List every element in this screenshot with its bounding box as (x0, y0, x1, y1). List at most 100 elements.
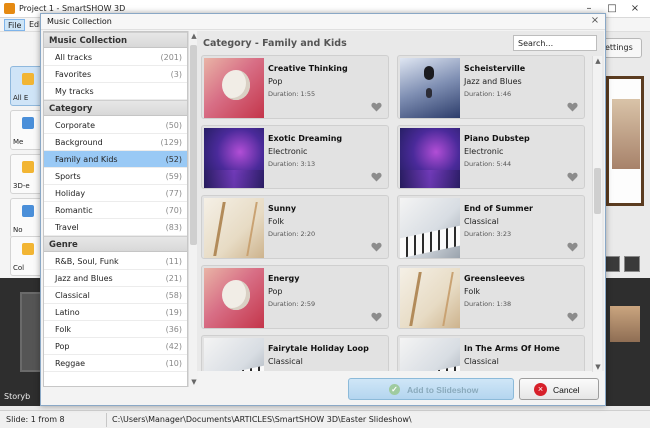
favorite-heart-icon[interactable] (567, 172, 578, 182)
sidebar-section-header: Music Collection (44, 32, 187, 48)
sidebar-item[interactable]: Family and Kids (52) (44, 151, 187, 168)
favorite-heart-icon[interactable] (567, 312, 578, 322)
app-left-panel: All E Me 3D-e No Col (0, 32, 44, 278)
side-btn-label: All E (13, 94, 29, 102)
track-grid: Creative Thinking Pop Duration: 1:55 Scheis… (201, 55, 593, 371)
track-thumbnail (204, 58, 264, 118)
sidebar-item[interactable]: Corporate (50) (44, 117, 187, 134)
cancel-button[interactable]: × Cancel (519, 378, 599, 400)
sidebar-item[interactable]: Jazz and Blues (21) (44, 270, 187, 287)
favorite-heart-icon[interactable] (567, 102, 578, 112)
sidebar-item-label: Family and Kids (55, 155, 118, 164)
scroll-down-icon[interactable]: ▼ (189, 377, 199, 387)
snapshot-icon[interactable] (604, 256, 620, 272)
track-card[interactable]: Greensleeves Folk Duration: 1:38 (397, 265, 585, 329)
cube-icon (22, 161, 34, 173)
window-close-icon[interactable]: × (624, 1, 646, 17)
sidebar-item[interactable]: Favorites (3) (44, 66, 187, 83)
sidebar-item-label: Folk (55, 325, 72, 334)
settings-button[interactable]: ettings (600, 38, 642, 58)
side-btn-new[interactable]: No (10, 198, 44, 238)
side-btn-3d-effects[interactable]: 3D-e (10, 154, 44, 194)
track-card[interactable]: Energy Pop Duration: 2:59 (201, 265, 389, 329)
cancel-button-label: Cancel (553, 385, 580, 395)
track-card[interactable]: Fairytale Holiday Loop Classical Duration:… (201, 335, 389, 371)
scroll-down-icon[interactable]: ▼ (593, 362, 603, 372)
sidebar-item[interactable]: R&B, Soul, Funk (11) (44, 253, 187, 270)
track-title: Exotic Dreaming (268, 134, 343, 143)
sidebar-item-count: (50) (165, 121, 182, 130)
cancel-icon: × (534, 383, 547, 396)
track-duration: Duration: 2:44 (464, 370, 511, 371)
favorite-heart-icon[interactable] (371, 102, 382, 112)
sidebar-item[interactable]: Background (129) (44, 134, 187, 151)
track-thumbnail (204, 268, 264, 328)
side-btn-collage[interactable]: Col (10, 236, 44, 276)
category-title: Category - Family and Kids (203, 38, 347, 49)
track-card[interactable]: Sunny Folk Duration: 2:20 (201, 195, 389, 259)
sidebar-item[interactable]: Folk (36) (44, 321, 187, 338)
track-duration: Duration: 5:44 (464, 160, 512, 168)
sidebar-item[interactable]: Classical (58) (44, 287, 187, 304)
sidebar-item[interactable]: Travel (83) (44, 219, 187, 236)
track-card[interactable]: In The Arms Of Home Classical Duration: 2:… (397, 335, 585, 371)
sidebar-item[interactable]: All tracks (201) (44, 49, 187, 66)
sidebar-item[interactable]: Romantic (70) (44, 202, 187, 219)
sidebar-item-label: My tracks (55, 87, 94, 96)
sidebar-item-count: (129) (160, 138, 182, 147)
preview-photo (612, 99, 640, 169)
sidebar-item[interactable]: Holiday (77) (44, 185, 187, 202)
favorite-heart-icon[interactable] (371, 242, 382, 252)
sidebar-item[interactable]: Latino (19) (44, 304, 187, 321)
timeline-slide[interactable] (610, 306, 640, 342)
search-input[interactable] (513, 35, 597, 51)
dialog-titlebar: Music Collection × (41, 14, 605, 30)
favorite-heart-icon[interactable] (567, 242, 578, 252)
track-scroll-thumb[interactable] (594, 168, 601, 214)
track-card[interactable]: End of Summer Classical Duration: 3:23 (397, 195, 585, 259)
track-thumbnail (400, 268, 460, 328)
sidebar-section-header: Category (44, 100, 187, 116)
side-btn-menu[interactable]: Me (10, 110, 44, 150)
sidebar-item-label: Jazz and Blues (55, 274, 113, 283)
add-to-slideshow-button[interactable]: ✓ Add to Slideshow (348, 378, 514, 400)
track-title: Piano Dubstep (464, 134, 530, 143)
track-title: Greensleeves (464, 274, 525, 283)
track-duration: Duration: 2:20 (268, 230, 316, 238)
track-genre: Pop (268, 287, 283, 296)
favorite-heart-icon[interactable] (371, 172, 382, 182)
track-genre: Pop (268, 77, 283, 86)
sidebar-item-count: (52) (165, 155, 182, 164)
dialog-close-icon[interactable]: × (589, 15, 601, 27)
sidebar-item-label: All tracks (55, 53, 92, 62)
track-card[interactable]: Scheisterville Jazz and Blues Duration: 1:… (397, 55, 585, 119)
sidebar-item-label: Sports (55, 172, 81, 181)
favorite-heart-icon[interactable] (371, 312, 382, 322)
track-thumbnail (204, 338, 264, 371)
sidebar-item-label: Corporate (55, 121, 95, 130)
sidebar-scroll-thumb[interactable] (190, 45, 197, 245)
menu-file[interactable]: File (4, 19, 26, 31)
sidebar-item-count: (59) (165, 172, 182, 181)
checkmark-icon: ✓ (389, 384, 400, 395)
track-title: End of Summer (464, 204, 533, 213)
sidebar-item[interactable]: Sports (59) (44, 168, 187, 185)
project-path: C:\Users\Manager\Documents\ARTICLES\Smar… (112, 415, 412, 424)
track-card[interactable]: Piano Dubstep Electronic Duration: 5:44 (397, 125, 585, 189)
sidebar-item-label: Pop (55, 342, 70, 351)
track-scrollbar[interactable]: ▲ ▼ (592, 56, 602, 372)
side-btn-all-effects[interactable]: All E (10, 66, 44, 106)
scroll-up-icon[interactable]: ▲ (593, 56, 603, 66)
track-card[interactable]: Exotic Dreaming Electronic Duration: 3:13 (201, 125, 389, 189)
sidebar-item-label: Background (55, 138, 103, 147)
sidebar-item[interactable]: My tracks (44, 83, 187, 100)
sidebar-item-count: (42) (165, 342, 182, 351)
collection-sidebar: Music Collection All tracks (201) Favorites… (43, 31, 188, 387)
track-card[interactable]: Creative Thinking Pop Duration: 1:55 (201, 55, 389, 119)
sidebar-item-label: Reggae (55, 359, 86, 368)
storyboard-tab[interactable]: Storyb (4, 392, 30, 401)
sidebar-item[interactable]: Pop (42) (44, 338, 187, 355)
track-thumbnail (204, 128, 264, 188)
sidebar-item[interactable]: Reggae (10) (44, 355, 187, 372)
fullscreen-icon[interactable] (624, 256, 640, 272)
